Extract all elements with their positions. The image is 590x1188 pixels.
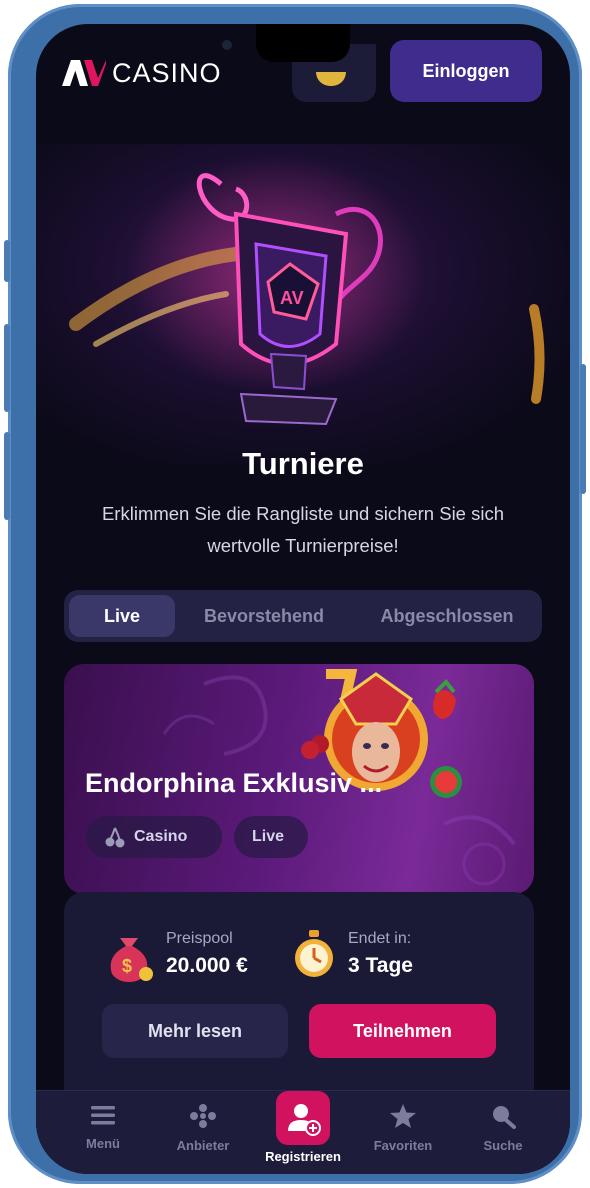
page-title: Turniere: [242, 446, 364, 481]
chip-casino[interactable]: Casino: [86, 816, 222, 858]
tab-finished[interactable]: Abgeschlossen: [360, 595, 534, 637]
ends-in-value: 3 Tage: [348, 954, 413, 977]
page-subtitle: Erklimmen Sie die Rangliste und sichern …: [101, 503, 505, 556]
chip-live-label: Live: [252, 828, 285, 845]
tournament-card[interactable]: Endorphina Exklusiv ... Casino Live: [64, 664, 534, 894]
prize-pool-value: 20.000 €: [166, 954, 248, 977]
providers-icon: [190, 1104, 216, 1128]
tournament-tabs: Live Bevorstehend Abgeschlossen: [64, 590, 542, 642]
nav-item-favorites[interactable]: Favoriten: [358, 1103, 448, 1153]
nav-item-register-label: Registrieren: [265, 1149, 341, 1164]
power-button: [580, 364, 586, 494]
bottom-nav: Menü Anbieter Registrieren Favoriten Suc…: [36, 1090, 570, 1174]
nav-item-search[interactable]: Suche: [458, 1103, 548, 1153]
coin-icon: [316, 72, 346, 86]
money-bag-icon: $: [110, 938, 153, 982]
volume-up-button: [4, 324, 10, 412]
screen: CASINO Einloggen AV Turniere Erklimmen S…: [36, 24, 570, 1174]
hero-banner: AV: [36, 144, 570, 464]
phone-frame: CASINO Einloggen AV Turniere Erklimmen S…: [4, 4, 586, 1184]
nav-item-providers[interactable]: Anbieter: [158, 1103, 248, 1153]
nav-item-favorites-label: Favoriten: [373, 1138, 433, 1153]
chip-live[interactable]: Live: [234, 816, 308, 858]
nav-item-providers-label: Anbieter: [176, 1138, 230, 1153]
site-logo[interactable]: CASINO: [62, 58, 222, 88]
mute-switch: [4, 240, 10, 282]
nav-item-search-label: Suche: [483, 1138, 523, 1153]
tournament-name: Endorphina Exklusiv ...: [85, 768, 383, 798]
svg-text:$: $: [122, 956, 132, 976]
nav-item-register[interactable]: Registrieren: [258, 1091, 348, 1164]
notch: [256, 24, 350, 62]
volume-down-button: [4, 432, 10, 520]
trophy-illustration: AV: [69, 154, 545, 426]
prize-pool-label: Preispool: [166, 930, 233, 947]
ends-in-label: Endet in:: [348, 930, 412, 947]
logo-text: CASINO: [112, 57, 222, 88]
login-button[interactable]: Einloggen: [390, 40, 542, 102]
cherry-icon: [105, 827, 125, 848]
logo-mark-icon: [62, 60, 106, 86]
read-more-button[interactable]: Mehr lesen: [102, 1004, 288, 1058]
nav-item-menu-label: Menü: [86, 1136, 120, 1151]
chip-casino-label: Casino: [134, 828, 188, 845]
tab-live[interactable]: Live: [69, 595, 175, 637]
join-button[interactable]: Teilnehmen: [309, 1004, 496, 1058]
svg-text:AV: AV: [280, 288, 304, 308]
star-icon: [390, 1104, 416, 1128]
search-icon: [493, 1106, 516, 1129]
stopwatch-icon: [295, 930, 333, 977]
front-camera: [222, 40, 232, 50]
tab-upcoming[interactable]: Bevorstehend: [184, 595, 344, 637]
menu-icon: [91, 1106, 115, 1125]
nav-item-menu[interactable]: Menü: [58, 1103, 148, 1151]
add-user-icon: [276, 1091, 330, 1145]
